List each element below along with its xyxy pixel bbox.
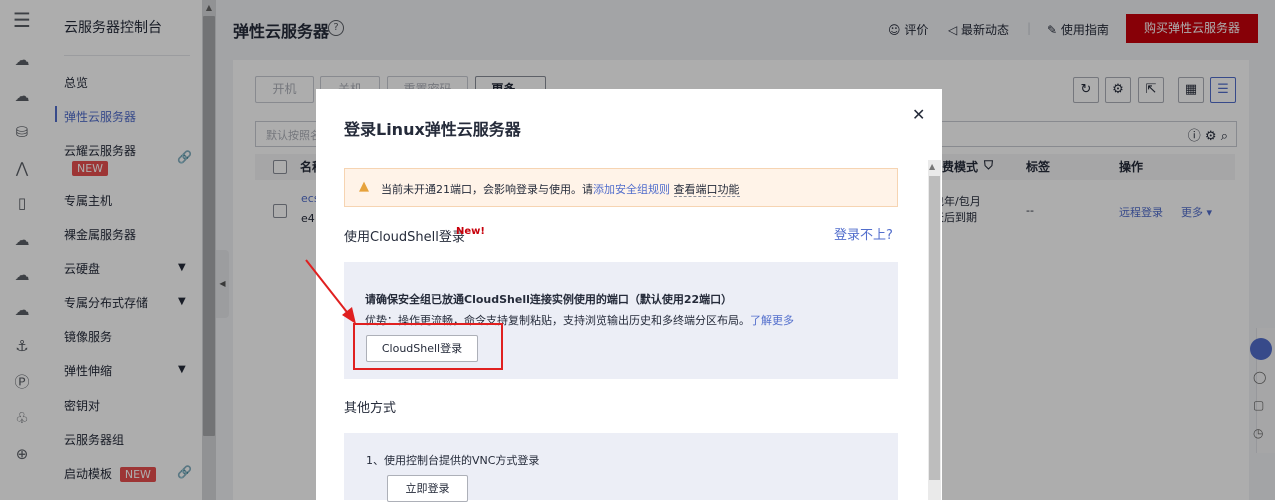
annotation-highlight-box — [353, 323, 503, 370]
annotation-arrow — [305, 259, 356, 324]
